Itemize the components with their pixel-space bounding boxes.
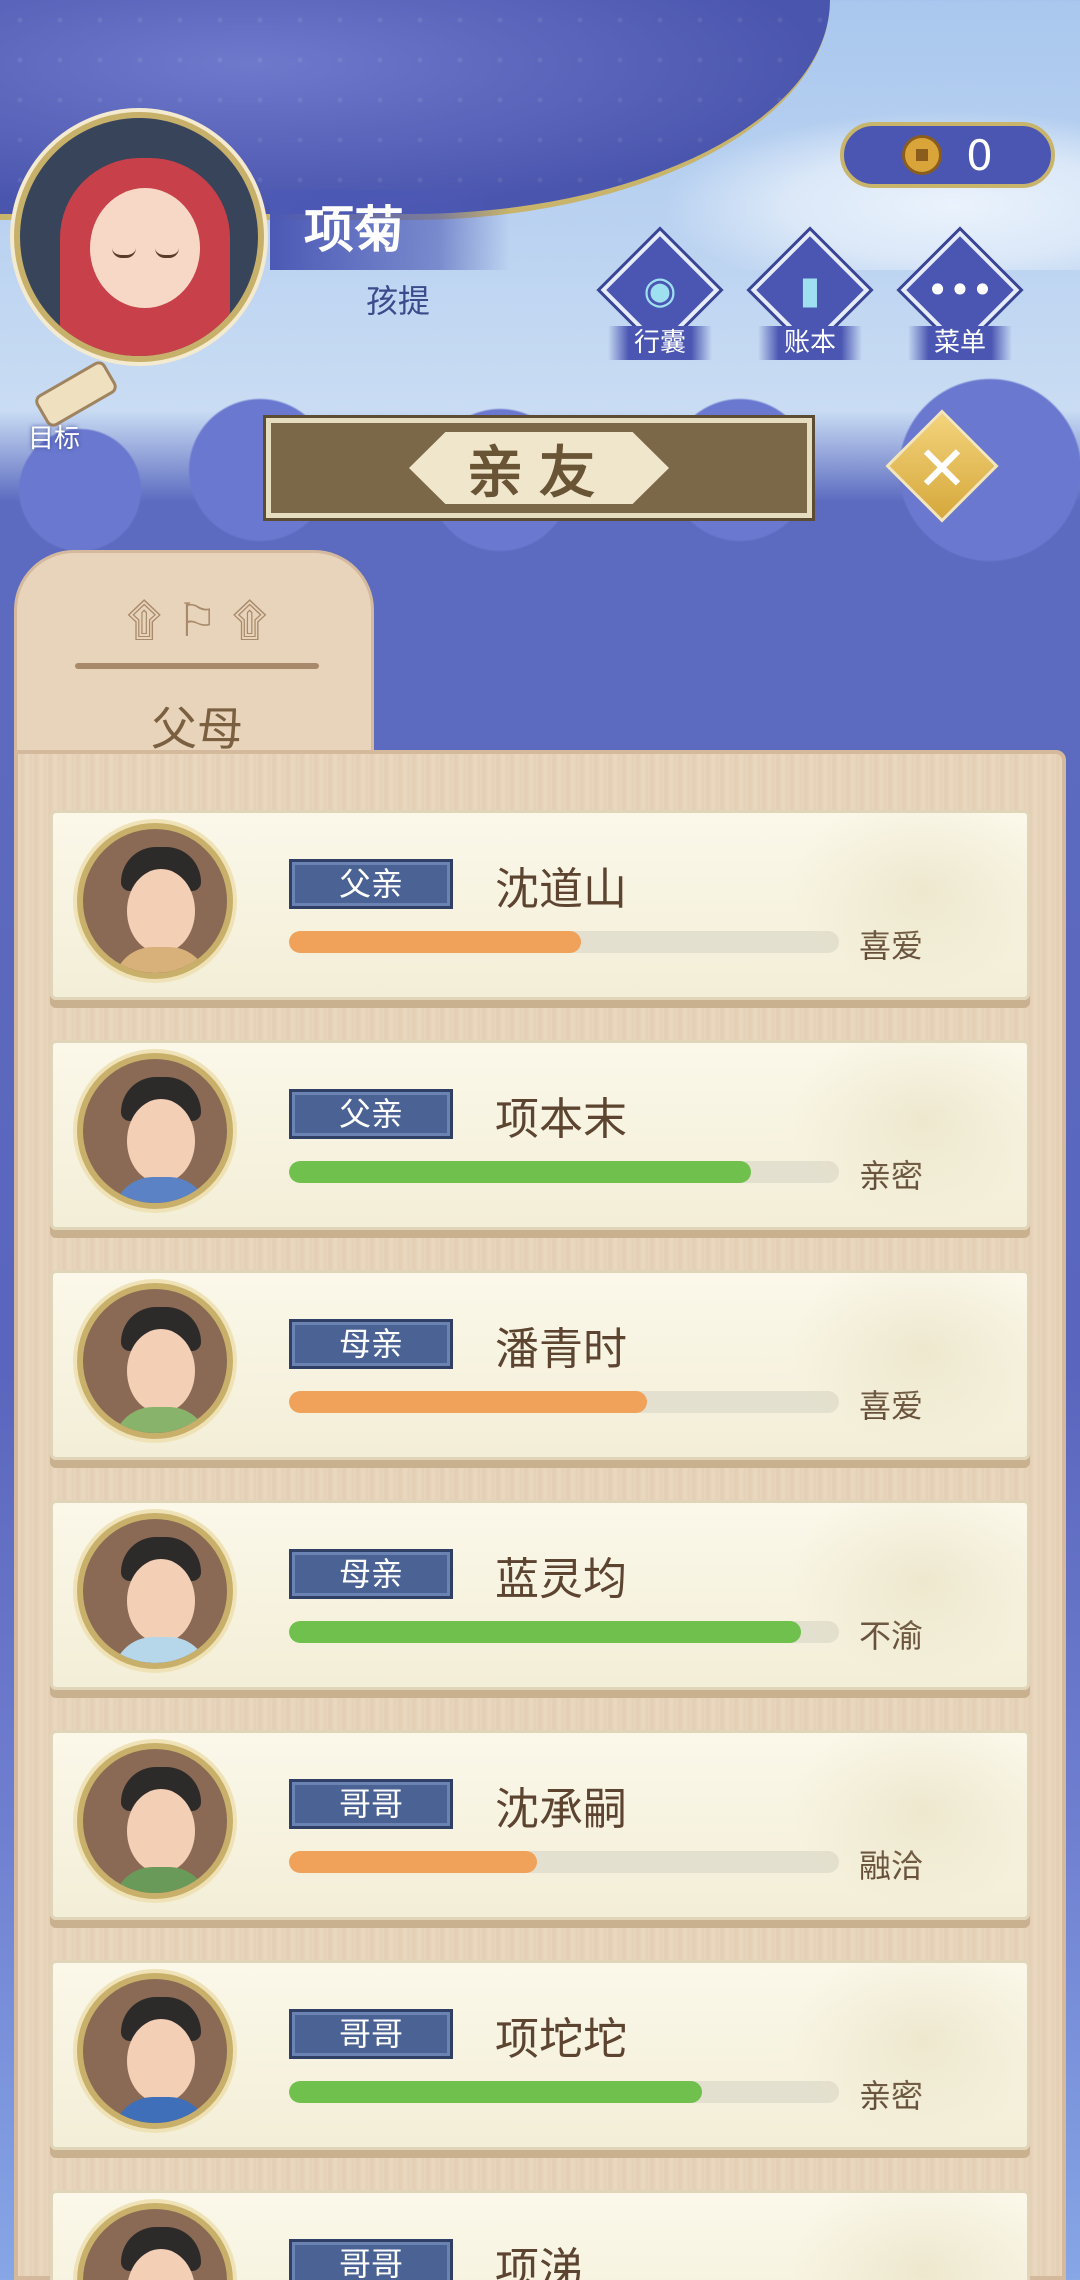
tab-parents[interactable]: ۩ ⚐ ۩ 父母 xyxy=(14,550,374,780)
ledger-icon: ▮ xyxy=(799,268,821,312)
affection-bar-fill xyxy=(289,1621,801,1643)
ledger-label: 账本 xyxy=(758,326,862,360)
relation-badge: 母亲 xyxy=(289,1319,453,1369)
page-title: 亲友 xyxy=(409,432,669,504)
relative-portrait xyxy=(77,1973,233,2129)
player-avatar[interactable] xyxy=(14,112,264,362)
ledger-button[interactable]: ▮ 账本 xyxy=(750,230,870,360)
relative-row[interactable]: 哥哥 项坨坨亲密 xyxy=(50,1960,1030,2153)
relative-row[interactable]: 父亲 项本末亲密 xyxy=(50,1040,1030,1233)
affection-bar xyxy=(289,1391,839,1413)
affection-bar xyxy=(289,1851,839,1873)
page-title-plaque: 亲友 xyxy=(263,415,815,521)
relative-portrait xyxy=(77,1053,233,1209)
affection-bar xyxy=(289,1161,839,1183)
affection-bar xyxy=(289,2081,839,2103)
affection-bar-fill xyxy=(289,2081,702,2103)
relative-row[interactable]: 哥哥 项涕 xyxy=(50,2190,1030,2280)
currency-value: 0 xyxy=(966,130,993,180)
relation-status: 融洽 xyxy=(859,1847,924,1885)
relation-badge: 父亲 xyxy=(289,1089,453,1139)
currency-display: 0 xyxy=(840,122,1055,188)
relation-status: 喜爱 xyxy=(859,927,924,965)
relation-badge: 哥哥 xyxy=(289,2009,453,2059)
relation-status: 不渝 xyxy=(859,1617,924,1655)
menu-label: 菜单 xyxy=(908,326,1012,360)
relative-name: 项本末 xyxy=(495,1094,627,1145)
relation-badge: 哥哥 xyxy=(289,2239,453,2280)
relative-row[interactable]: 母亲 蓝灵均不渝 xyxy=(50,1500,1030,1693)
relative-row[interactable]: 母亲 潘青时喜爱 xyxy=(50,1270,1030,1463)
bag-label: 行囊 xyxy=(608,326,712,360)
affection-bar xyxy=(289,931,839,953)
relative-name: 项坨坨 xyxy=(495,2014,627,2065)
relative-name: 潘青时 xyxy=(495,1324,627,1375)
bag-icon: ◉ xyxy=(643,268,677,312)
affection-bar xyxy=(289,1621,839,1643)
affection-bar-fill xyxy=(289,1391,647,1413)
cloud-ornament-icon: ۩ ⚐ ۩ xyxy=(126,593,268,647)
avatar-face xyxy=(90,188,200,308)
relative-name: 项涕 xyxy=(495,2244,583,2280)
goal-label: 目标 xyxy=(28,424,81,454)
affection-bar-fill xyxy=(289,1851,537,1873)
close-icon: ✕ xyxy=(916,432,968,506)
relative-portrait xyxy=(77,1743,233,1899)
relation-status: 亲密 xyxy=(859,2077,924,2115)
relation-badge: 哥哥 xyxy=(289,1779,453,1829)
player-age-title: 孩提 xyxy=(366,282,431,320)
relation-status: 喜爱 xyxy=(859,1387,924,1425)
relation-badge: 母亲 xyxy=(289,1549,453,1599)
more-dots-icon: ••• xyxy=(926,268,994,312)
affection-bar-fill xyxy=(289,931,581,953)
relative-portrait xyxy=(77,1513,233,1669)
relative-portrait xyxy=(77,823,233,979)
relation-status: 亲密 xyxy=(859,1157,924,1195)
menu-button[interactable]: ••• 菜单 xyxy=(900,230,1020,360)
relative-row[interactable]: 哥哥 沈承嗣融洽 xyxy=(50,1730,1030,1923)
copper-coin-icon xyxy=(902,135,943,175)
player-name: 项菊 xyxy=(270,190,510,270)
bag-button[interactable]: ◉ 行囊 xyxy=(600,230,720,360)
relative-name: 蓝灵均 xyxy=(495,1554,627,1605)
relative-portrait xyxy=(77,1283,233,1439)
relative-name: 沈承嗣 xyxy=(495,1784,627,1835)
relative-name: 沈道山 xyxy=(495,864,627,915)
relative-row[interactable]: 父亲 沈道山喜爱 xyxy=(50,810,1030,1003)
relation-badge: 父亲 xyxy=(289,859,453,909)
goal-button[interactable]: 目标 xyxy=(18,358,120,456)
affection-bar-fill xyxy=(289,1161,751,1183)
relative-portrait xyxy=(77,2203,233,2280)
